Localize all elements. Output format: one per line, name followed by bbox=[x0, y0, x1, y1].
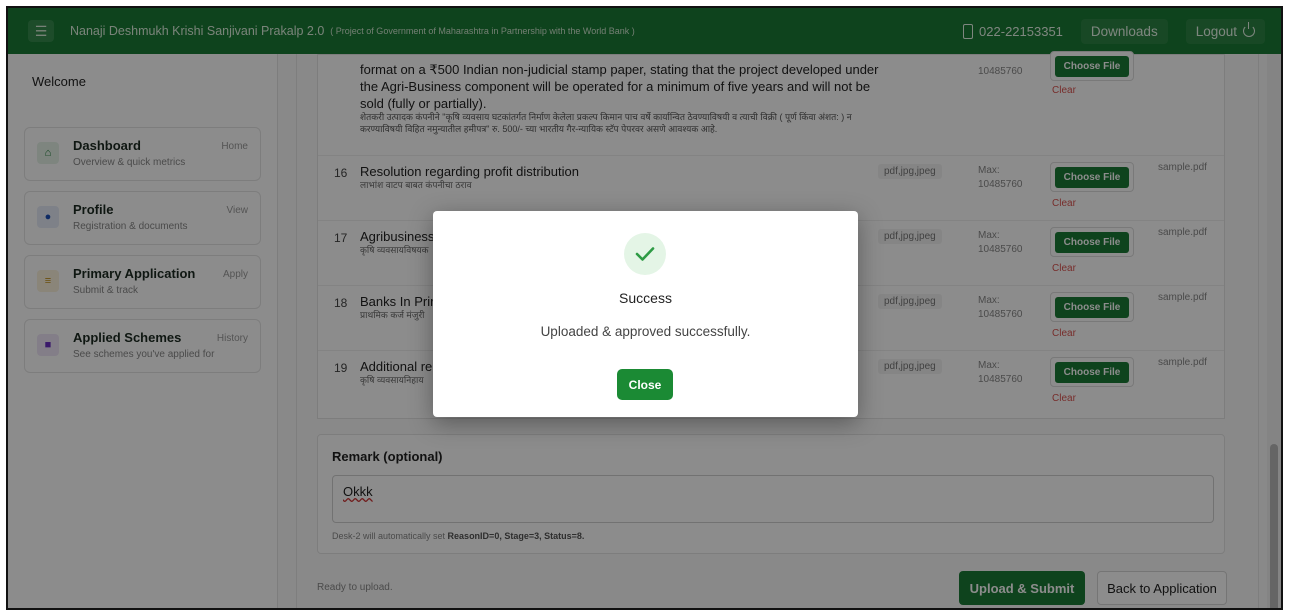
modal-message: Uploaded & approved successfully. bbox=[540, 324, 751, 339]
app-window: ☰ Nanaji Deshmukh Krishi Sanjivani Praka… bbox=[6, 6, 1283, 610]
check-icon bbox=[624, 233, 666, 275]
close-button[interactable]: Close bbox=[617, 369, 673, 400]
success-modal: Success Uploaded & approved successfully… bbox=[433, 211, 858, 417]
modal-title: Success bbox=[619, 290, 672, 306]
